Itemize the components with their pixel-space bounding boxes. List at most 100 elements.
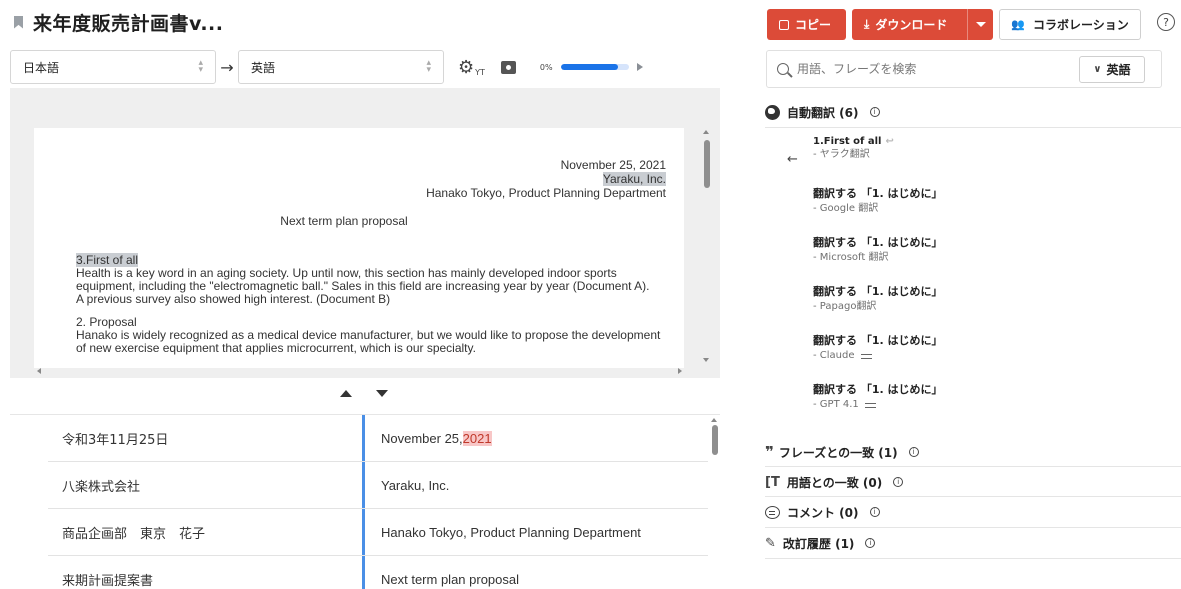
term-match-header[interactable]: [T 用語との一致 (0) i <box>765 467 1181 497</box>
search-language-label: 英語 <box>1106 63 1131 77</box>
help-icon[interactable]: ? <box>1157 13 1175 31</box>
preview-heading: Next term plan proposal <box>280 214 408 228</box>
settings-sliders-icon[interactable] <box>864 401 876 409</box>
source-language-select[interactable]: 日本語 ▴ ▾ <box>10 50 216 84</box>
mt-suggestion-text: 翻訳する 「1. はじめに」 <box>813 383 943 396</box>
mt-engine-line: - GPT 4.1 <box>813 397 943 412</box>
collaboration-button-label: コラボレーション <box>1032 18 1129 32</box>
table-row[interactable]: 来期計画提案書 Next term plan proposal <box>48 556 708 589</box>
search-icon <box>777 63 789 75</box>
settings-sliders-icon[interactable] <box>860 352 872 360</box>
info-icon[interactable]: i <box>869 107 880 117</box>
segment-table: 令和3年11月25日 November 25, 2021 八楽株式会社 Yara… <box>10 414 720 589</box>
segment-target[interactable]: Yaraku, Inc. <box>362 462 708 508</box>
comments-header[interactable]: コメント (0) i <box>765 497 1181 527</box>
info-icon[interactable]: i <box>893 477 904 487</box>
preview-section1-title: 3.First of all <box>76 253 139 267</box>
pen-icon: ✎ <box>765 535 776 551</box>
preview-section1-body: Health is a key word in an aging society… <box>76 266 650 293</box>
mt-suggestion-text: 翻訳する 「1. はじめに」 <box>813 236 943 249</box>
mt-engine-label: - ヤラク翻訳 <box>813 149 870 160</box>
mt-suggestion-text-line: 1.First of all ↩ <box>813 136 894 147</box>
segment-target[interactable]: Hanako Tokyo, Product Planning Departmen… <box>362 509 708 555</box>
auto-translation-title: 自動翻訳 (6) <box>787 105 859 120</box>
auto-translation-header[interactable]: 自動翻訳 (6) i <box>765 97 1181 127</box>
info-icon[interactable]: i <box>908 447 919 457</box>
mt-suggestion-gpt[interactable]: 翻訳する 「1. はじめに」 - GPT 4.1 <box>813 382 943 412</box>
globe-icon <box>765 104 780 120</box>
mt-suggestion-claude[interactable]: 翻訳する 「1. はじめに」 - Claude <box>813 333 943 363</box>
quote-icon: ❞ <box>765 443 774 461</box>
copy-button-label: コピー <box>795 18 832 32</box>
scroll-thumb[interactable] <box>704 140 710 188</box>
document-title: 来年度販売計画書v... <box>33 12 224 35</box>
scroll-up-icon[interactable] <box>711 418 717 422</box>
copy-icon <box>779 19 789 30</box>
mt-suggestion-microsoft[interactable]: 翻訳する 「1. はじめに」 - Microsoft 翻訳 <box>813 235 943 265</box>
term-icon: [T <box>765 474 780 490</box>
copy-button[interactable]: コピー <box>767 9 846 40</box>
mt-suggestion-google[interactable]: 翻訳する 「1. はじめに」 - Google 翻訳 <box>813 186 943 216</box>
arrow-left-icon[interactable]: ← <box>787 152 798 167</box>
divider <box>765 558 1181 559</box>
mt-suggestion-yaraku[interactable]: 1.First of all ↩ - ヤラク翻訳 <box>813 136 894 162</box>
bookmark-icon[interactable] <box>14 15 23 29</box>
info-icon[interactable]: i <box>869 507 880 517</box>
scroll-right-icon[interactable] <box>678 368 682 374</box>
scroll-down-icon[interactable] <box>703 358 709 362</box>
preview-page: November 25, 2021 Yaraku, Inc. Hanako To… <box>34 128 684 368</box>
history-header[interactable]: ✎ 改訂履歴 (1) i <box>765 528 1181 558</box>
segment-scrollbar[interactable] <box>712 425 718 455</box>
select-updown-icon: ▴ ▾ <box>426 58 431 75</box>
table-row[interactable]: 八楽株式会社 Yaraku, Inc. <box>48 462 708 509</box>
download-button-label: ダウンロード <box>875 18 948 32</box>
table-row[interactable]: 令和3年11月25日 November 25, 2021 <box>48 415 708 462</box>
play-icon[interactable] <box>636 63 643 71</box>
mt-engine-label: - Microsoft 翻訳 <box>813 252 889 263</box>
scroll-left-icon[interactable] <box>37 368 41 374</box>
preview-section1-note: A previous survey also showed high inter… <box>76 292 391 306</box>
camera-icon[interactable] <box>500 60 516 74</box>
preview-company-line: Yaraku, Inc. <box>34 172 684 186</box>
info-icon[interactable]: i <box>865 538 876 548</box>
segment-source: 八楽株式会社 <box>62 479 141 495</box>
people-icon: 👥 <box>1011 18 1025 31</box>
yt-label: YT <box>475 67 485 77</box>
progress-label: 0% <box>539 62 553 72</box>
segment-source: 商品企画部 東京 花子 <box>62 526 206 542</box>
document-preview[interactable]: November 25, 2021 Yaraku, Inc. Hanako To… <box>10 88 720 378</box>
search-input[interactable] <box>797 62 1057 76</box>
download-dropdown[interactable] <box>967 9 993 40</box>
preview-vertical-scrollbar[interactable] <box>704 132 710 362</box>
mt-suggestion-text: 翻訳する 「1. はじめに」 <box>813 285 943 298</box>
next-segment-icon[interactable] <box>376 390 388 397</box>
previous-segment-icon[interactable] <box>340 390 352 397</box>
download-button[interactable]: ⤓ ダウンロード <box>852 9 993 40</box>
caret-down-icon <box>975 22 986 27</box>
return-icon: ↩ <box>885 136 894 147</box>
mt-suggestion-text: 翻訳する 「1. はじめに」 <box>813 334 943 347</box>
search-language-button[interactable]: ∨ 英語 <box>1079 56 1145 83</box>
preview-department: Hanako Tokyo, Product Planning Departmen… <box>426 186 666 200</box>
segment-source: 令和3年11月25日 <box>62 432 169 448</box>
search-bar: ∨ 英語 <box>766 50 1162 88</box>
arrow-right-icon: → <box>220 57 234 77</box>
segment-target[interactable]: Next term plan proposal <box>362 556 708 589</box>
collaboration-button[interactable]: 👥 コラボレーション <box>999 9 1141 40</box>
mt-suggestion-papago[interactable]: 翻訳する 「1. はじめに」 - Papago翻訳 <box>813 284 943 314</box>
segment-target[interactable]: November 25, 2021 <box>362 415 708 461</box>
mt-suggestion-text: 1.First of all <box>813 136 882 147</box>
gear-icon[interactable]: ⚙ YT <box>458 57 485 78</box>
phrase-match-title: フレーズとの一致 (1) <box>778 445 898 460</box>
mt-engine-label: - Claude <box>813 350 855 361</box>
table-row[interactable]: 商品企画部 東京 花子 Hanako Tokyo, Product Planni… <box>48 509 708 556</box>
progress-indicator: 0% <box>540 63 643 72</box>
mt-engine-label: - Google 翻訳 <box>813 203 879 214</box>
phrase-match-header[interactable]: ❞ フレーズとの一致 (1) i <box>765 437 1181 467</box>
language-toolbar: 日本語 ▴ ▾ → 英語 ▴ ▾ ⚙ YT 0% <box>10 50 643 84</box>
mt-engine-label: - GPT 4.1 <box>813 399 859 410</box>
target-language-select[interactable]: 英語 ▴ ▾ <box>238 50 444 84</box>
preview-date: November 25, 2021 <box>560 158 666 172</box>
progress-fill <box>560 64 619 70</box>
progress-bar <box>560 64 629 70</box>
